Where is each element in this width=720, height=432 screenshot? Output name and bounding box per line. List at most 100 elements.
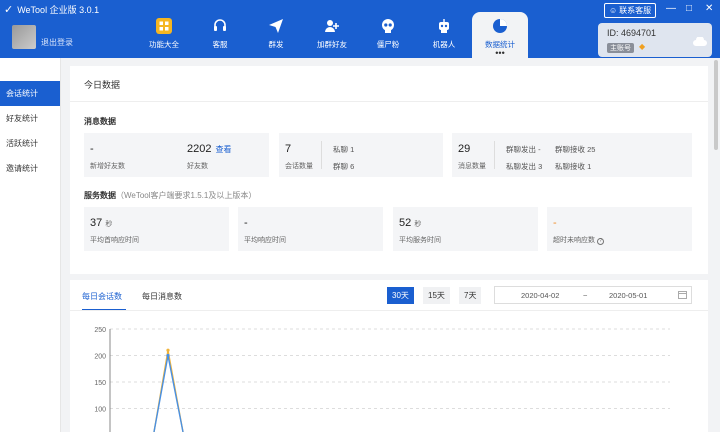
nav-item-service[interactable]: 客服 [192,12,248,58]
close-button[interactable]: ✕ [705,3,713,14]
private-chat-count: 私聊 1 [333,145,355,154]
avg-service-unit: 秒 [414,221,422,228]
first-response-card: 37 秒 平均首响应时间 [84,207,229,251]
skull-icon [380,18,396,34]
tab-daily-sessions[interactable]: 每日会话数 [82,291,122,302]
service-section-label: 服务数据 [84,191,116,200]
user-block: 退出登录 [12,25,73,49]
range-7-days-button[interactable]: 7天 [459,287,482,304]
robot-icon [436,18,452,34]
divider [494,141,495,169]
private-sent-count: 私聊发出 3 [506,162,543,171]
range-30-days-button[interactable]: 30天 [387,287,414,304]
pie-chart-icon [492,18,508,34]
avg-service-label: 平均服务时间 [399,237,441,244]
sidebar-item-active-stats[interactable]: 活跃统计 [0,131,60,156]
nav-item-broadcast[interactable]: 群发 [248,12,304,58]
first-response-unit: 秒 [105,221,113,228]
top-bar: ✓ WeTool 企业版 3.0.1 退出登录 功能大全 客服 群发 加群好友 … [0,0,720,58]
session-line-chart: 25020015010050 [94,327,670,432]
grid-icon [156,18,172,34]
first-response-value: 37 [90,217,103,229]
service-section-title: 服务数据（WeTool客户端要求1.5.1及以上版本） [84,190,256,201]
avg-service-value: 52 [399,217,412,229]
nav-label: 群发 [268,40,284,49]
avatar[interactable] [12,25,36,49]
page-title: 今日数据 [84,80,121,90]
nav-label: 功能大全 [149,40,179,49]
data-point[interactable] [166,348,170,352]
cloud-icon [693,37,707,46]
role-badge: 主账号 [607,43,634,53]
view-friends-link[interactable]: 查看 [215,145,231,154]
today-panel: 今日数据 消息数据 - 新增好友数 2202 查看 好友数 7 会话数量 私聊 1… [70,66,708,274]
new-friends-label: 新增好友数 [90,163,125,170]
y-tick-label: 250 [94,327,106,334]
private-received-count: 私聊接收 1 [555,162,592,171]
contact-support-button[interactable]: ☺ 联系客服 [604,3,657,18]
nav-label: 机器人 [432,40,456,49]
friends-card: 2202 查看 好友数 [181,133,269,177]
nav-item-add-friends[interactable]: 加群好友 [304,12,360,58]
support-icon: ☺ [609,6,618,15]
avg-service-card: 52 秒 平均服务时间 [393,207,538,251]
sessions-value: 7 [285,143,292,155]
friends-label: 好友数 [187,163,208,170]
group-received-count: 群聊接收 25 [555,145,596,154]
send-icon [268,18,284,34]
account-card[interactable]: ID: 4694701 主账号 ◆ [598,23,712,57]
chart-panel: 每日会话数 每日消息数 30天 15天 7天 2020-04-02 ~ 2020… [70,280,708,432]
more-dots-icon[interactable]: ••• [495,48,504,58]
group-chat-count: 群聊 6 [333,162,355,171]
messages-value: 29 [458,143,471,155]
window-title: WeTool 企业版 3.0.1 [17,5,100,15]
headset-icon [212,18,228,34]
messages-card: 29 消息数量 群聊发出 - 群聊接收 25 私聊发出 3 私聊接收 1 [452,133,692,177]
date-start: 2020-04-02 [521,291,560,300]
logout-link[interactable]: 退出登录 [41,37,73,48]
main-nav: 功能大全 客服 群发 加群好友 僵尸粉 机器人 数据统计 ••• [136,12,528,58]
avg-response-label: 平均响应时间 [244,237,286,244]
nav-item-statistics[interactable]: 数据统计 ••• [472,12,528,58]
calendar-icon[interactable] [678,290,687,301]
scrollbar[interactable] [714,60,718,150]
sidebar-item-session-stats[interactable]: 会话统计 [0,81,60,106]
group-sent-count: 群聊发出 - [506,145,541,154]
divider [70,101,708,102]
series-line [153,355,184,432]
diamond-icon: ◆ [639,42,646,51]
date-range-picker[interactable]: 2020-04-02 ~ 2020-05-01 [494,286,692,304]
avg-response-value: - [244,217,248,229]
sessions-label: 会话数量 [285,163,313,170]
timeout-value: - [553,217,557,229]
nav-item-zombie-fans[interactable]: 僵尸粉 [360,12,416,58]
range-15-days-button[interactable]: 15天 [423,287,450,304]
messages-label: 消息数量 [458,163,486,170]
minimize-button[interactable]: — [666,3,676,14]
y-tick-label: 100 [94,407,106,414]
message-section-title: 消息数据 [84,117,116,126]
maximize-button[interactable]: □ [686,3,692,14]
date-separator: ~ [583,291,588,300]
help-icon[interactable]: ? [597,238,604,245]
date-end: 2020-05-01 [609,291,648,300]
sidebar-item-friend-stats[interactable]: 好友统计 [0,106,60,131]
sidebar: 会话统计 好友统计 活跃统计 邀请统计 [0,58,61,432]
y-tick-label: 200 [94,354,106,361]
new-friends-value: - [90,143,94,155]
nav-item-features[interactable]: 功能大全 [136,12,192,58]
wetool-logo-icon: ✓ [4,4,14,16]
nav-label: 僵尸粉 [376,40,400,49]
contact-support-label: 联系客服 [619,6,652,15]
friends-value: 2202 [187,143,212,155]
sidebar-item-invite-stats[interactable]: 邀请统计 [0,156,60,181]
account-id: ID: 4694701 [607,28,657,38]
tab-daily-messages[interactable]: 每日消息数 [142,291,182,302]
divider [321,141,322,169]
data-point[interactable] [166,353,170,358]
timeout-label: 超时未响应数 [553,237,595,244]
nav-label: 加群好友 [317,40,347,49]
nav-item-robot[interactable]: 机器人 [416,12,472,58]
timeout-card: - 超时未响应数? [547,207,692,251]
series-line [153,350,184,432]
